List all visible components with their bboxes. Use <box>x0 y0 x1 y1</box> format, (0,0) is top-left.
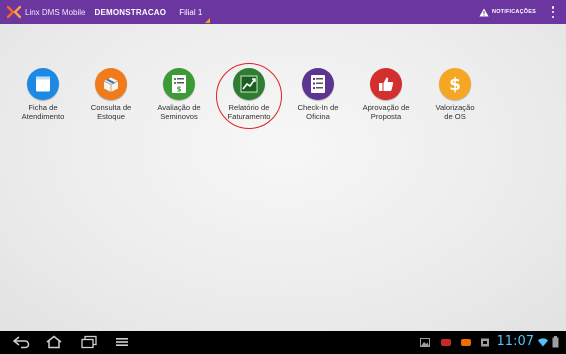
tile-label: de OS <box>444 112 466 121</box>
status-clock: 11:07 <box>496 334 534 349</box>
checklist-dollar-icon: $ <box>163 68 195 100</box>
tile-valorizacao-os[interactable]: $ Valorização de OS <box>421 68 489 121</box>
box-icon <box>95 68 127 100</box>
home-icon[interactable] <box>45 335 63 349</box>
tile-label: Estoque <box>97 112 125 121</box>
branch-label: Filial 1 <box>179 7 203 17</box>
tile-label: Seminovos <box>160 112 198 121</box>
svg-text:$: $ <box>177 86 182 94</box>
tile-label: Check-In de <box>297 103 339 112</box>
tile-label: Consulta de <box>90 103 132 112</box>
notifications-button[interactable]: NOTIFICAÇÕES <box>479 0 536 24</box>
tile-label: Avaliação de <box>157 103 201 112</box>
tile-avaliacao-seminovos[interactable]: $ Avaliação de Seminovos <box>145 68 213 121</box>
wifi-icon <box>538 338 548 347</box>
tile-label: Faturamento <box>227 112 271 121</box>
svg-text:$: $ <box>449 75 461 94</box>
tile-consulta-estoque[interactable]: Consulta de Estoque <box>77 68 145 121</box>
tile-label: Ficha de <box>28 103 58 112</box>
tile-label: Valorização <box>435 103 475 112</box>
tile-aprovacao-proposta[interactable]: Aprovação de Proposta <box>352 68 420 121</box>
app-title: Linx DMS Mobile <box>25 7 86 17</box>
app-notification-icon <box>461 339 471 346</box>
battery-icon <box>552 336 559 348</box>
tile-label: Atendimento <box>21 112 65 121</box>
dollar-icon: $ <box>439 68 471 100</box>
menu-icon[interactable] <box>113 335 131 349</box>
system-navigation-bar: 11:07 <box>0 331 566 354</box>
app-notification-icon <box>441 339 451 346</box>
checklist-icon <box>302 68 334 100</box>
warning-icon <box>479 8 489 16</box>
company-selector[interactable]: DEMONSTRACAO <box>94 8 166 17</box>
dropdown-indicator-icon <box>205 18 211 23</box>
back-icon[interactable] <box>12 335 30 349</box>
linx-logo-icon <box>6 5 22 19</box>
document-icon <box>27 68 59 100</box>
notifications-label: NOTIFICAÇÕES <box>492 9 536 15</box>
recent-apps-icon[interactable] <box>80 335 98 349</box>
thumbs-up-icon <box>370 68 402 100</box>
tile-relatorio-faturamento[interactable]: Relatório de Faturamento <box>215 68 283 121</box>
tile-label: Aprovação de <box>362 103 410 112</box>
chart-icon <box>233 68 265 100</box>
branch-selector[interactable]: Filial 1 <box>179 0 211 24</box>
tile-label: Relatório de <box>228 103 270 112</box>
tile-checkin-oficina[interactable]: Check-In de Oficina <box>284 68 352 121</box>
tile-label: Proposta <box>370 112 402 121</box>
overflow-menu-icon[interactable] <box>550 6 556 18</box>
gallery-notification-icon <box>420 338 430 347</box>
app-bar: Linx DMS Mobile DEMONSTRACAO Filial 1 NO… <box>0 0 566 24</box>
download-notification-icon <box>481 338 489 347</box>
main-content: Ficha de Atendimento Consulta de Estoque… <box>0 24 566 331</box>
tile-ficha-atendimento[interactable]: Ficha de Atendimento <box>9 68 77 121</box>
tile-label: Oficina <box>306 112 330 121</box>
